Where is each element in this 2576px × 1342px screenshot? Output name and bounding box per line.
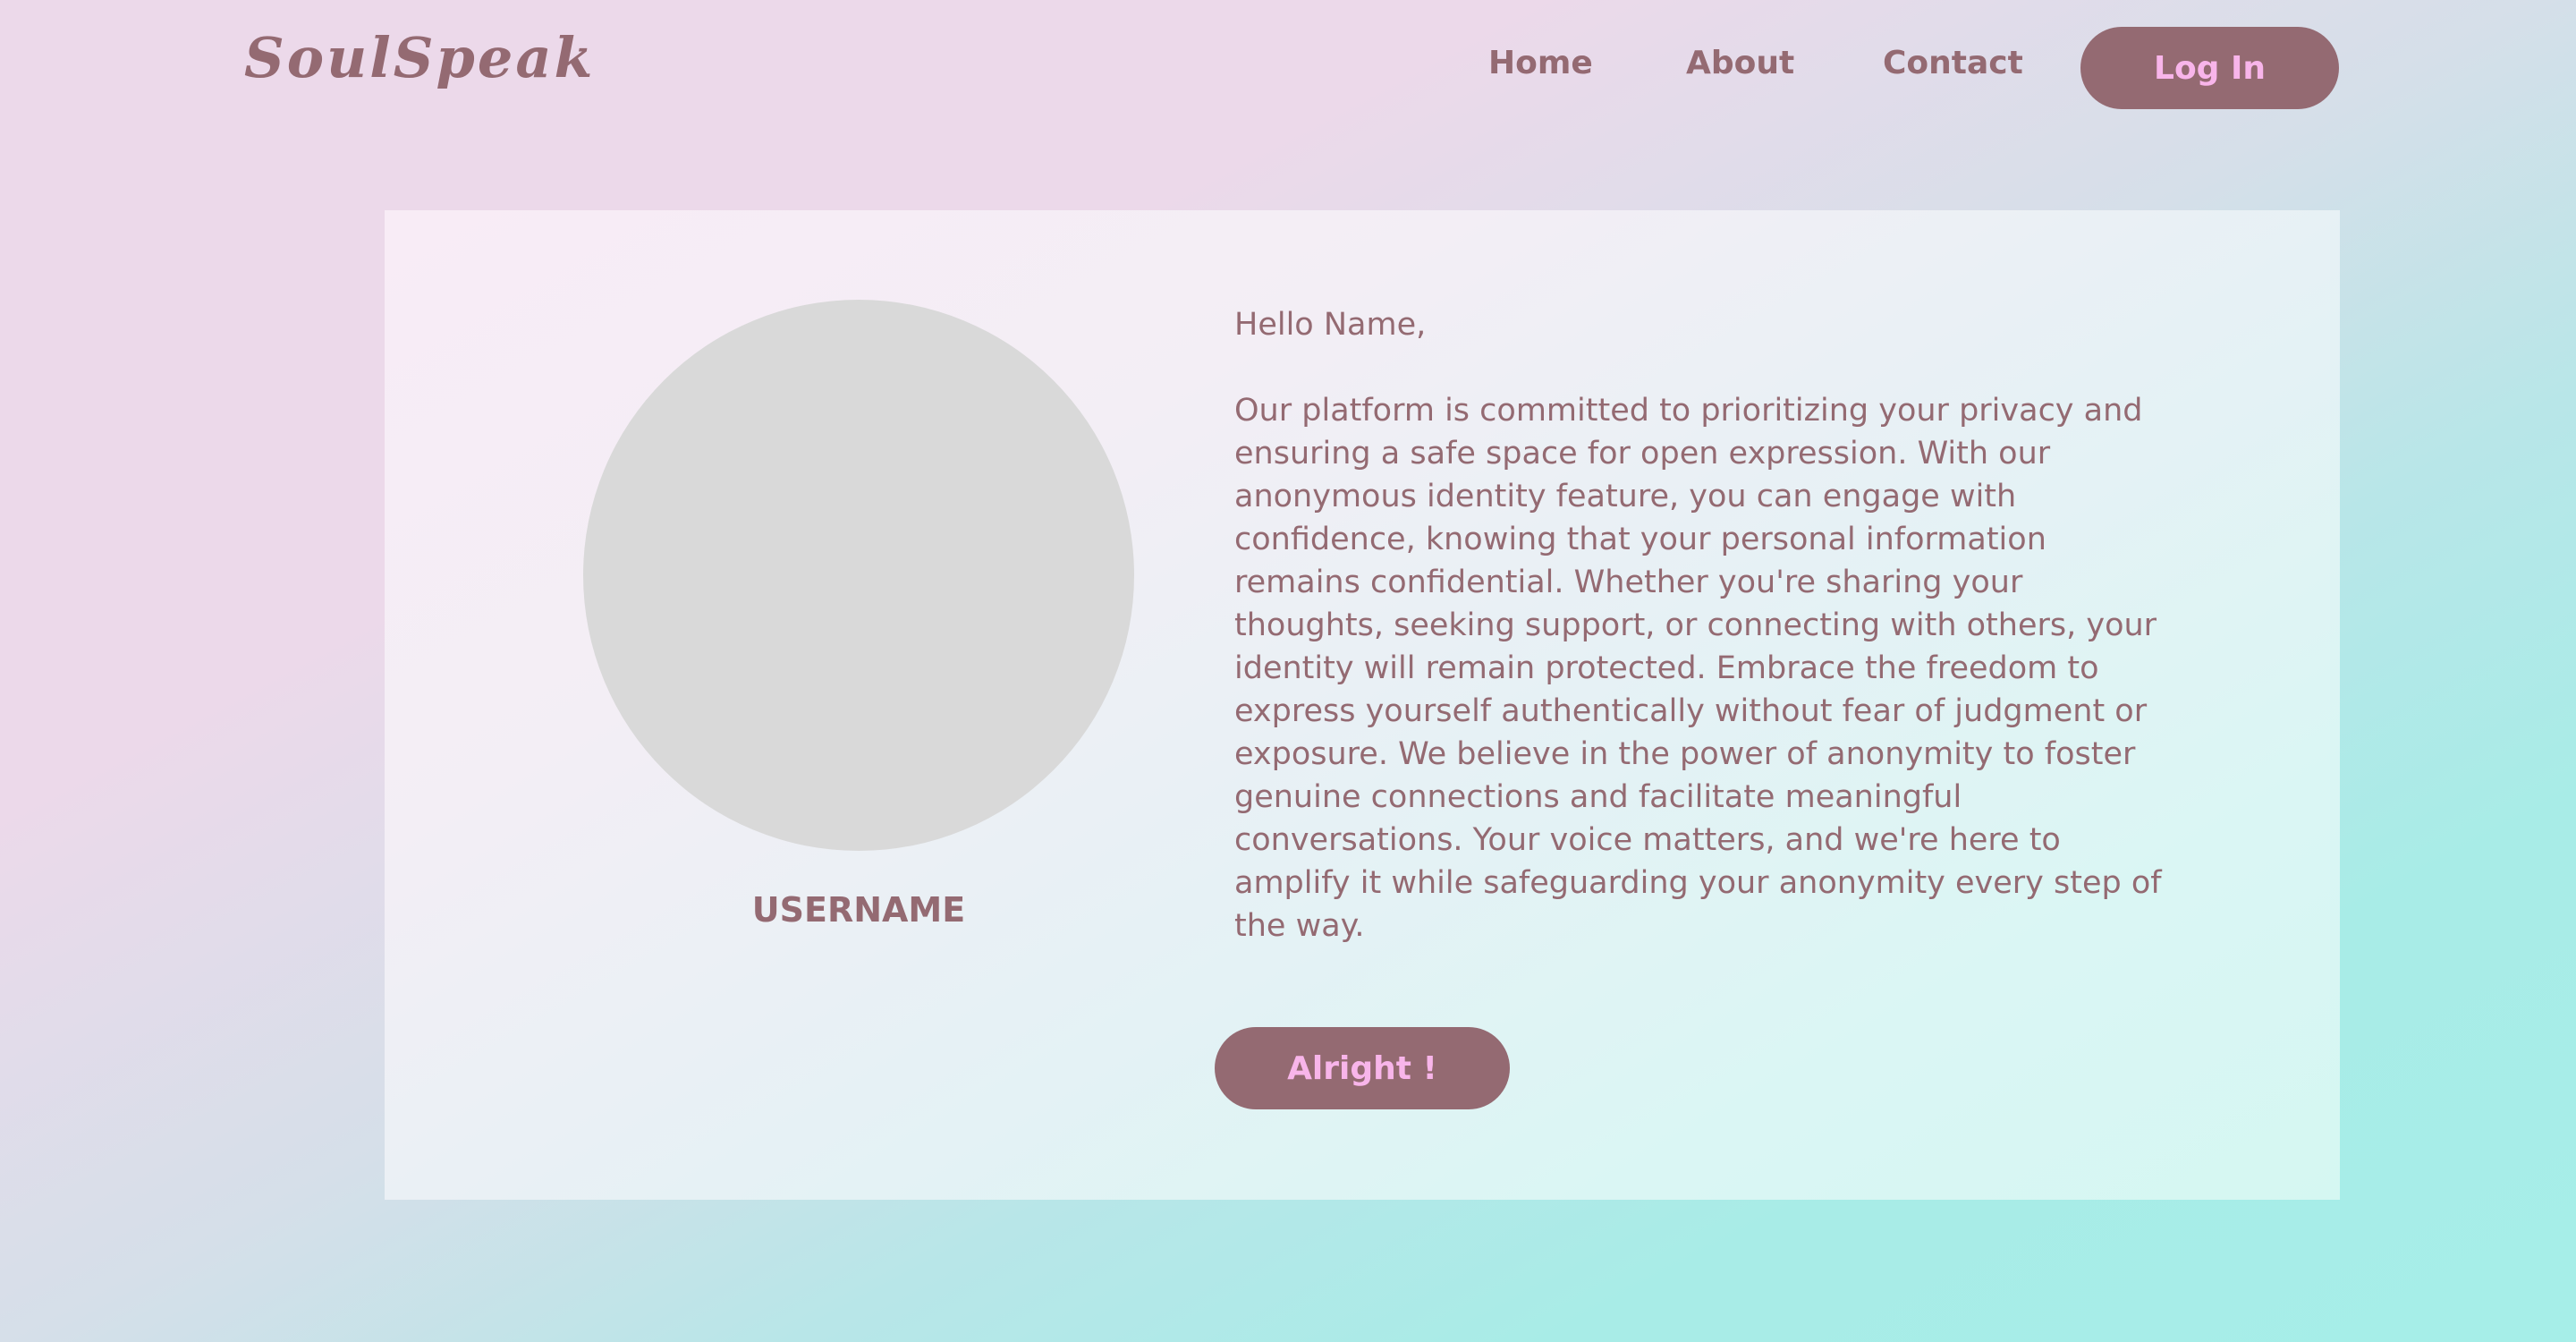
greeting-text: Hello Name, bbox=[1234, 307, 1427, 343]
welcome-message: Hello Name, Our platform is committed to… bbox=[1234, 303, 2165, 947]
welcome-card: USERNAME Hello Name, Our platform is com… bbox=[385, 210, 2340, 1200]
avatar bbox=[583, 300, 1134, 851]
nav-contact-link[interactable]: Contact bbox=[1883, 45, 2023, 81]
message-body: Our platform is committed to prioritizin… bbox=[1234, 393, 2162, 944]
username-label: USERNAME bbox=[751, 890, 966, 930]
logo[interactable]: SoulSpeak bbox=[244, 25, 595, 90]
login-button[interactable]: Log In bbox=[2080, 27, 2339, 109]
nav-about-link[interactable]: About bbox=[1686, 45, 1794, 81]
alright-button[interactable]: Alright ! bbox=[1215, 1027, 1510, 1109]
nav-home-link[interactable]: Home bbox=[1488, 45, 1593, 81]
